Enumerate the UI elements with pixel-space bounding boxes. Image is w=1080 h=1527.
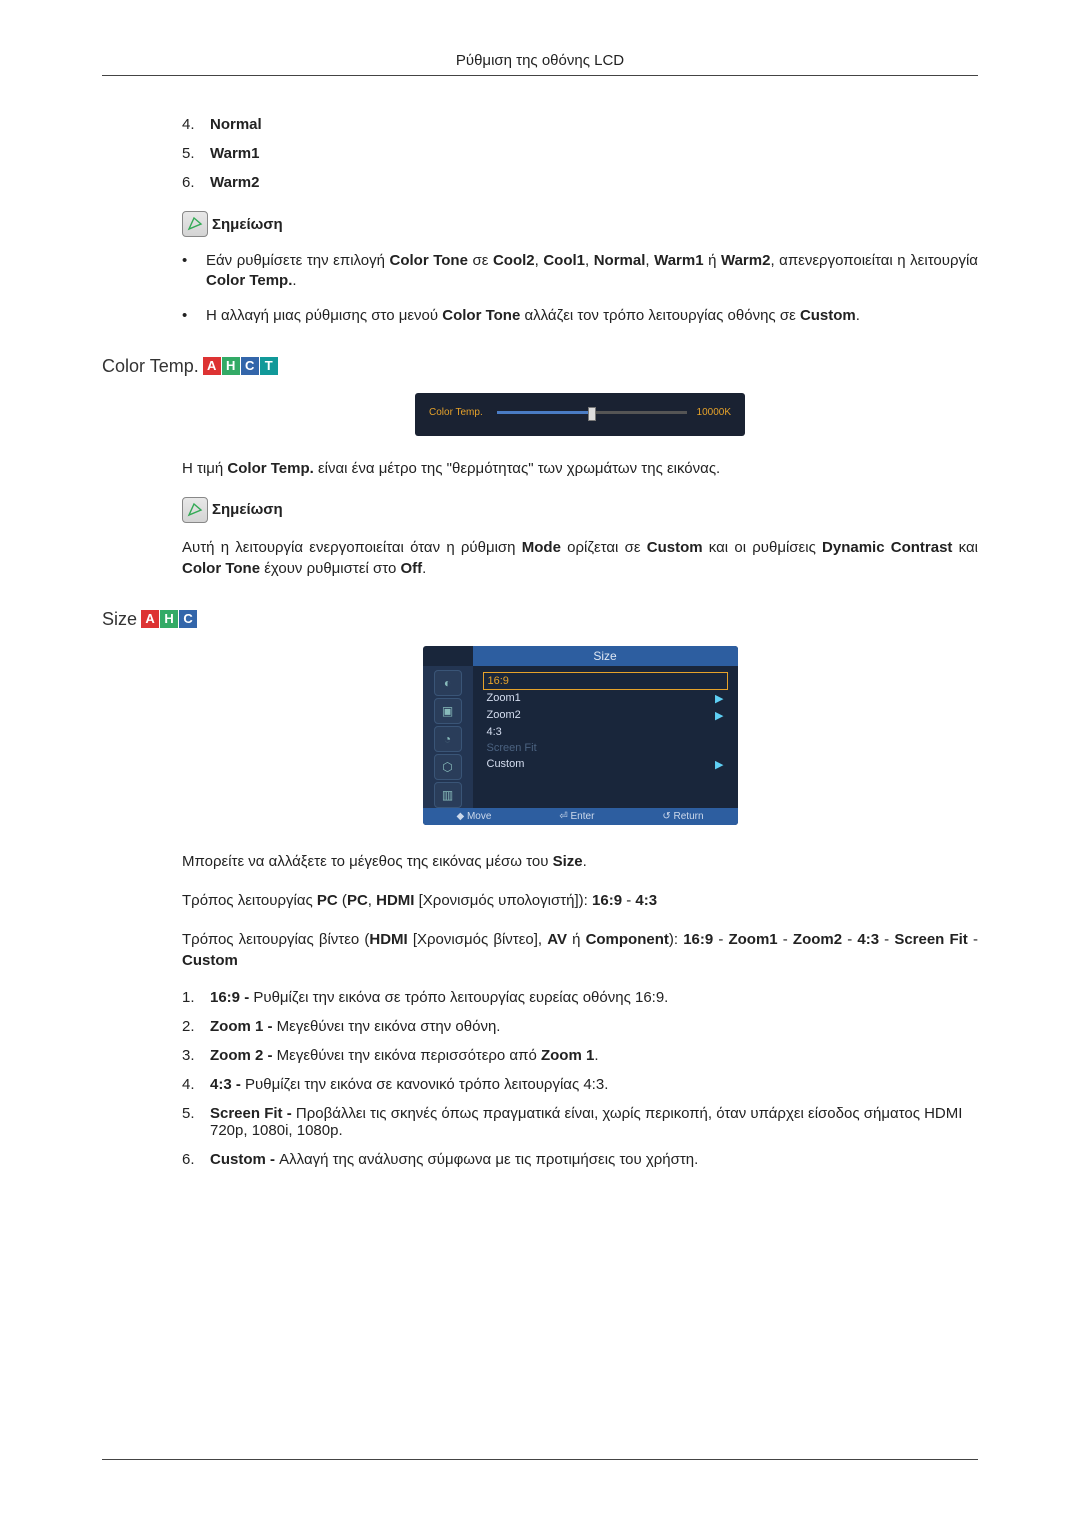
badge-h-icon: H — [222, 357, 240, 375]
color-temp-slider-value: 10000K — [697, 407, 731, 418]
badge-h-icon: H — [160, 610, 178, 628]
footer-enter: ⏎ Enter — [559, 811, 594, 822]
note-label: Σημείωση — [212, 501, 283, 518]
size-options-list: 1.16:9 - Ρυθμίζει την εικόνα σε τρόπο λε… — [182, 989, 978, 1168]
content: 4. Normal 5. Warm1 6. Warm2 Σημείωση •Εά… — [182, 116, 978, 1168]
size-para3: Τρόπος λειτουργίας βίντεο (HDMI [Χρονισμ… — [182, 929, 978, 971]
note-icon — [182, 497, 208, 523]
color-temp-description: Η τιμή Color Temp. είναι ένα μέτρο της "… — [182, 458, 978, 479]
chevron-right-icon: ▶ — [715, 692, 723, 705]
list-item: 4.4:3 - Ρυθμίζει την εικόνα σε κανονικό … — [182, 1076, 978, 1093]
section-color-temp-title: Color Temp. A H C T — [102, 356, 978, 377]
footer-return: ↺ Return — [662, 811, 703, 822]
badge-a-icon: A — [203, 357, 221, 375]
color-temp-slider[interactable] — [497, 411, 687, 414]
size-option-custom[interactable]: Custom▶ — [483, 756, 728, 773]
note-heading: Σημείωση — [182, 211, 978, 237]
size-option-screen-fit: Screen Fit — [483, 740, 728, 756]
color-temp-slider-label: Color Temp. — [429, 407, 487, 418]
size-menu-list: 16:9 Zoom1▶ Zoom2▶ 4:3 Screen Fit Custom… — [473, 666, 738, 808]
size-menu-screenshot: Size ◐ ▣ ◔ ⬡ ▥ 16:9 Zoom1▶ Zoom2▶ 4:3 Sc… — [423, 646, 738, 825]
section-size-title: Size A H C — [102, 609, 978, 630]
note-label: Σημείωση — [212, 216, 283, 233]
badge-c-icon: C — [241, 357, 259, 375]
size-menu-footer: ◆ Move ⏎ Enter ↺ Return — [423, 808, 738, 825]
note-bullets: •Εάν ρυθμίσετε την επιλογή Color Tone σε… — [182, 251, 978, 326]
bullet-item: •Εάν ρυθμίσετε την επιλογή Color Tone σε… — [182, 251, 978, 292]
list-item: 5.Screen Fit - Προβάλλει τις σκηνές όπως… — [182, 1105, 978, 1139]
chevron-right-icon: ▶ — [715, 709, 723, 722]
list-item: 4. Normal — [182, 116, 978, 133]
size-menu-sidebar: ◐ ▣ ◔ ⬡ ▥ — [423, 666, 473, 808]
list-item: 3.Zoom 2 - Μεγεθύνει την εικόνα περισσότ… — [182, 1047, 978, 1064]
footer-divider — [102, 1459, 978, 1460]
note-icon — [182, 211, 208, 237]
sidebar-multi-icon[interactable]: ▥ — [434, 782, 462, 808]
list-item: 2.Zoom 1 - Μεγεθύνει την εικόνα στην οθό… — [182, 1018, 978, 1035]
badge-t-icon: T — [260, 357, 278, 375]
note-heading: Σημείωση — [182, 497, 978, 523]
color-temp-screenshot: Color Temp. 10000K — [415, 393, 745, 436]
size-menu-title: Size — [473, 646, 738, 666]
list-item: 1.16:9 - Ρυθμίζει την εικόνα σε τρόπο λε… — [182, 989, 978, 1006]
sidebar-picture-icon[interactable]: ◐ — [434, 670, 462, 696]
slider-knob-icon[interactable] — [588, 407, 596, 421]
size-option-4-3[interactable]: 4:3 — [483, 724, 728, 740]
page-header-title: Ρύθμιση της οθόνης LCD — [102, 52, 978, 69]
sidebar-settings-icon[interactable]: ⬡ — [434, 754, 462, 780]
size-para1: Μπορείτε να αλλάξετε το μέγεθος της εικό… — [182, 851, 978, 872]
color-temp-note-body: Αυτή η λειτουργία ενεργοποιείται όταν η … — [182, 537, 978, 579]
list-item: 5. Warm1 — [182, 145, 978, 162]
header-divider — [102, 75, 978, 76]
footer-move: ◆ Move — [456, 811, 491, 822]
list-item: 6.Custom - Αλλαγή της ανάλυσης σύμφωνα μ… — [182, 1151, 978, 1168]
badge-a-icon: A — [141, 610, 159, 628]
sidebar-input-icon[interactable]: ▣ — [434, 698, 462, 724]
size-option-zoom2[interactable]: Zoom2▶ — [483, 707, 728, 724]
badge-c-icon: C — [179, 610, 197, 628]
list-item: 6. Warm2 — [182, 174, 978, 191]
size-para2: Τρόπος λειτουργίας PC (PC, HDMI [Χρονισμ… — [182, 890, 978, 911]
sidebar-time-icon[interactable]: ◔ — [434, 726, 462, 752]
chevron-right-icon: ▶ — [715, 758, 723, 771]
size-option-16-9[interactable]: 16:9 — [483, 672, 728, 690]
page: Ρύθμιση της οθόνης LCD 4. Normal 5. Warm… — [0, 0, 1080, 1527]
color-tone-options-continued: 4. Normal 5. Warm1 6. Warm2 — [182, 116, 978, 191]
bullet-item: •Η αλλαγή μιας ρύθμισης στο μενού Color … — [182, 306, 978, 326]
size-option-zoom1[interactable]: Zoom1▶ — [483, 690, 728, 707]
